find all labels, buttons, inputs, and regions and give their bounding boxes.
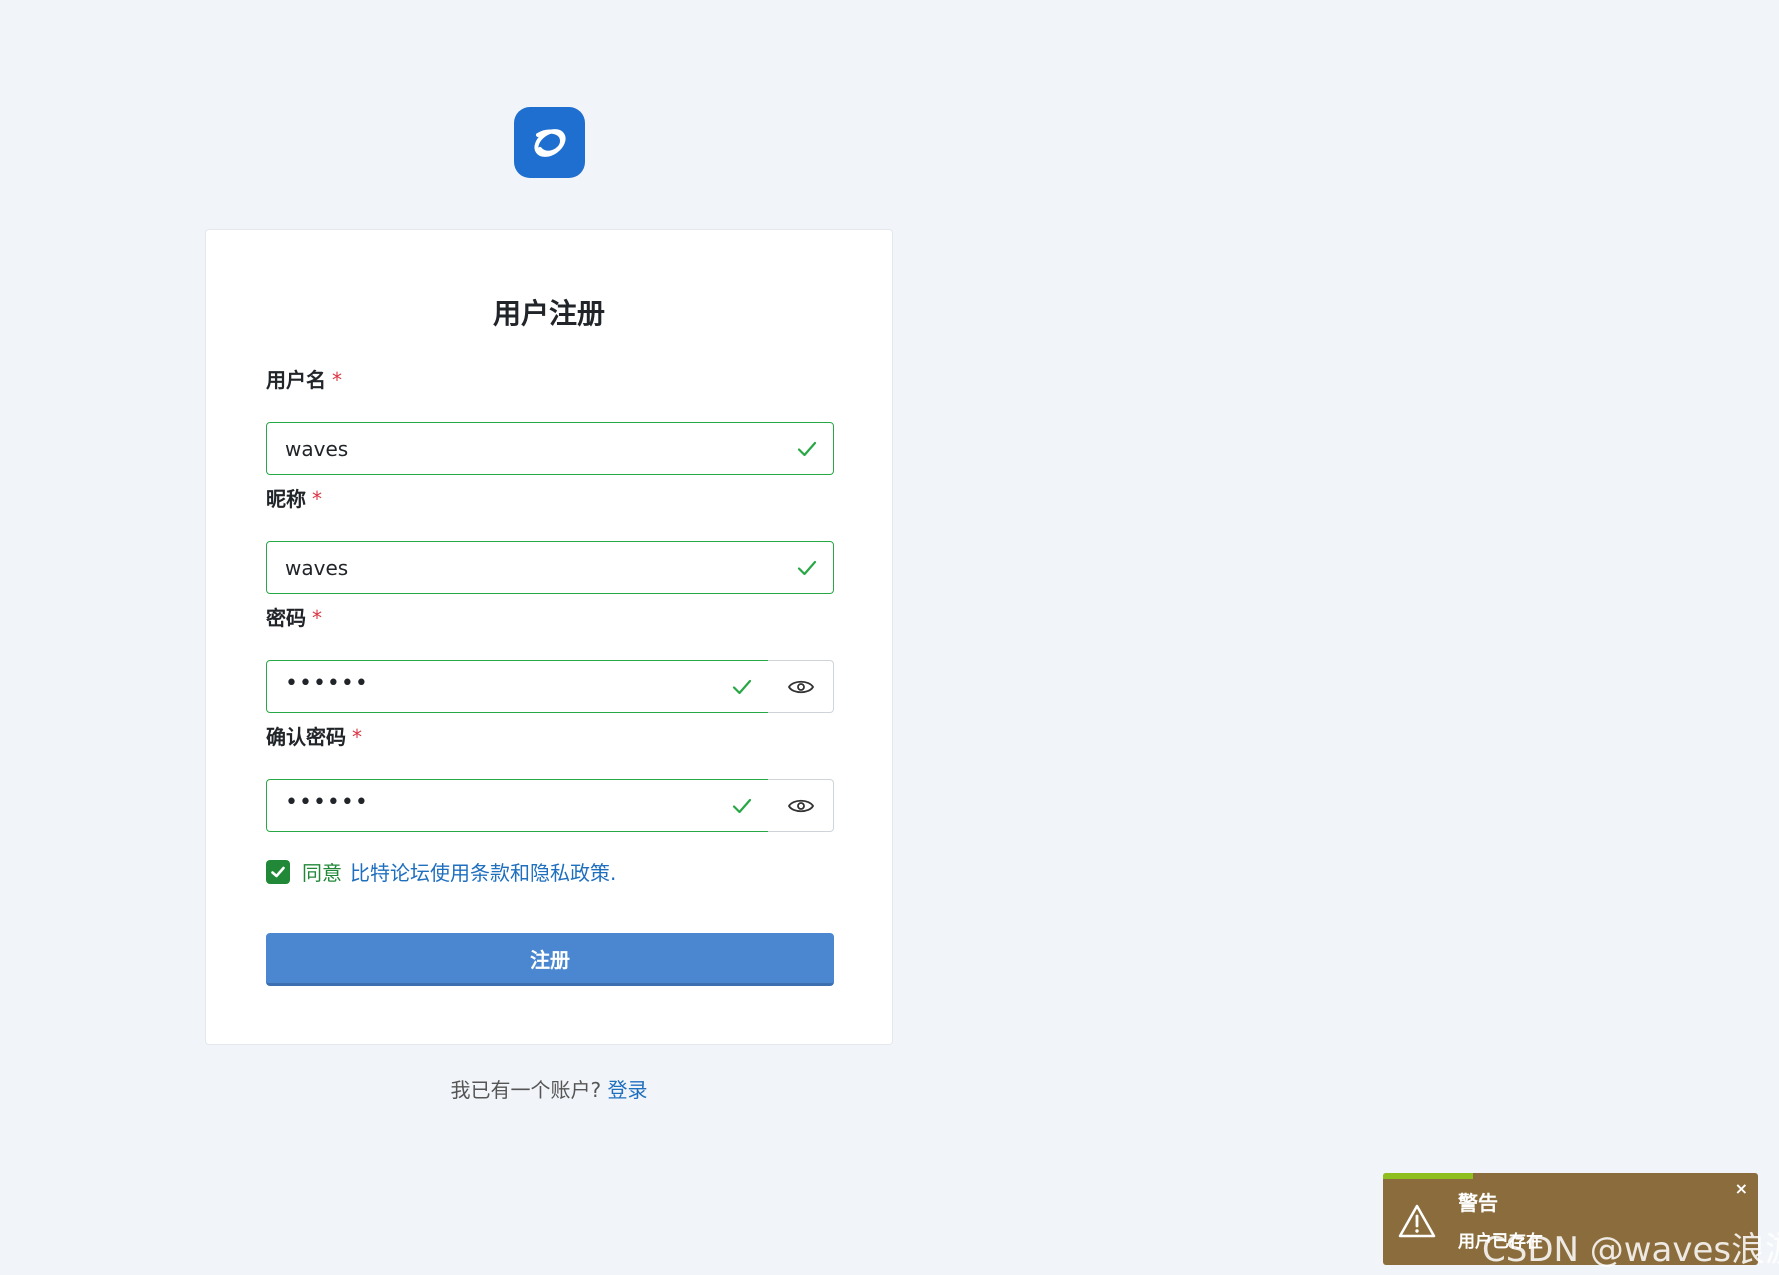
register-button[interactable]: 注册 [266,933,834,986]
nickname-value: waves [285,556,349,580]
nickname-label-text: 昵称 [266,487,306,511]
nickname-label: 昵称 * [266,483,322,512]
confirm-password-label-text: 确认密码 [266,725,346,749]
check-icon [797,560,817,576]
toast-title: 警告 [1458,1191,1498,1215]
confirm-password-value: •••••• [285,790,369,815]
password-value: •••••• [285,671,369,696]
check-icon [797,441,817,457]
username-label: 用户名 * [266,364,342,393]
username-input[interactable]: waves [266,422,834,475]
agree-label[interactable]: 同意 [302,857,342,886]
check-icon [732,679,752,695]
login-prompt: 我已有一个账户? 登录 [205,1074,893,1103]
confirm-password-input[interactable]: •••••• [266,779,769,832]
register-card: 用户注册 用户名* waves 昵称* waves 密码* •••••• [205,229,893,1045]
toast-progress-bar [1383,1173,1473,1179]
terms-link[interactable]: 比特论坛使用条款和隐私政策. [350,857,616,886]
warning-icon [1398,1204,1436,1238]
required-mark: * [312,606,322,630]
required-mark: * [312,487,322,511]
required-mark: * [352,725,362,749]
page-title: 用户注册 [492,297,605,330]
confirm-password-toggle-button[interactable] [768,779,834,832]
eye-icon [787,799,814,812]
password-toggle-button[interactable] [768,660,834,713]
agree-row: 同意 比特论坛使用条款和隐私政策. [266,857,616,886]
username-value: waves [285,437,349,461]
watermark: CSDN @waves浪游 [1482,1230,1779,1270]
eye-icon [787,680,814,693]
nickname-input[interactable]: waves [266,541,834,594]
agree-checkbox[interactable] [266,859,290,884]
page: 用户注册 用户名* waves 昵称* waves 密码* •••••• [0,0,1779,1275]
check-icon [732,798,752,814]
password-label-text: 密码 [266,606,306,630]
close-icon[interactable]: × [1735,1179,1748,1198]
login-link[interactable]: 登录 [607,1078,647,1102]
confirm-password-label: 确认密码 * [266,721,362,750]
password-label: 密码 * [266,602,322,631]
login-prompt-text: 我已有一个账户? [450,1078,602,1102]
username-label-text: 用户名 [266,368,326,392]
logo-icon[interactable] [514,107,585,178]
required-mark: * [332,368,342,392]
check-icon [271,866,285,877]
password-input[interactable]: •••••• [266,660,769,713]
